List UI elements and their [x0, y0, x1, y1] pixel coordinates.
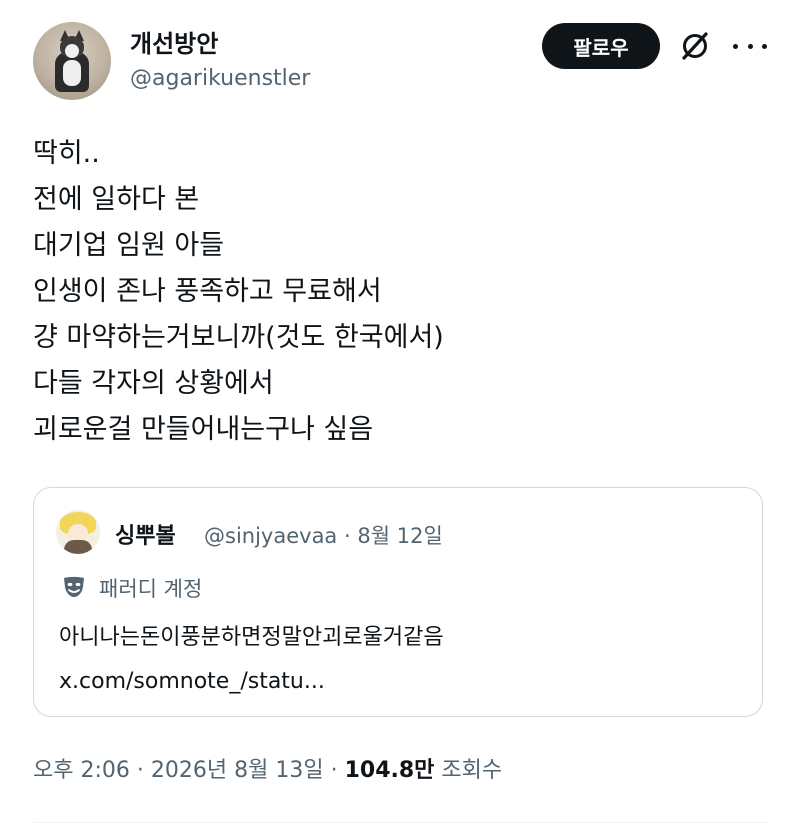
follow-button[interactable]: 팔로우 [542, 23, 660, 69]
meta-separator: · [136, 758, 144, 783]
parody-account-label: 패러디 계정 [99, 577, 203, 601]
quoted-tweet-card[interactable]: 싱뿌볼 @sinjyaevaa · 8월 12일 패러디 계정 아니나는돈이풍분… [33, 487, 763, 717]
quoted-author-handle[interactable]: @sinjyaevaa [204, 524, 337, 548]
avatar-dog-chest [63, 60, 81, 86]
divider [33, 822, 768, 823]
tweet-line: 인생이 존나 풍족하고 무료해서 [33, 276, 382, 307]
grok-icon[interactable] [678, 29, 712, 63]
author-avatar[interactable] [33, 22, 111, 100]
tweet-line: 다들 각자의 상황에서 [33, 368, 274, 399]
more-dot [733, 43, 738, 49]
tweet-line: 딱히.. [33, 138, 100, 169]
more-dot [747, 43, 753, 49]
quoted-tweet-link[interactable]: x.com/somnote_/statu... [59, 660, 444, 704]
tweet-line: 대기업 임원 아들 [33, 230, 225, 261]
tweet-line: 괴로운걸 만들어내는구나 싶음 [33, 414, 374, 445]
views-count: 104.8만 [344, 758, 435, 783]
quoted-author-meta: @sinjyaevaa · 8월 12일 [204, 520, 443, 550]
meta-separator: · [344, 524, 351, 548]
meta-separator: · [330, 758, 338, 783]
more-icon[interactable] [733, 32, 767, 60]
tweet-date[interactable]: 2026년 8월 13일 [151, 758, 324, 783]
tweet-time[interactable]: 오후 2:06 [33, 758, 130, 783]
more-dot [762, 43, 767, 49]
tweet-body: 딱히.. 전에 일하다 본 대기업 임원 아들 인생이 존나 풍족하고 무료해서… [33, 131, 763, 453]
quoted-author-avatar[interactable] [56, 510, 100, 554]
quoted-tweet-date[interactable]: 8월 12일 [357, 524, 442, 548]
tweet-header: 개선방안 @agarikuenstler 팔로우 [33, 20, 773, 102]
avatar-dog-face [65, 44, 79, 58]
tweet-line: 전에 일하다 본 [33, 184, 200, 215]
author-display-name[interactable]: 개선방안 [130, 24, 218, 59]
theater-mask-icon [64, 576, 84, 597]
author-handle[interactable]: @agarikuenstler [130, 66, 310, 91]
quoted-author-name[interactable]: 싱뿌볼 [115, 518, 176, 550]
views-label: 조회수 [441, 758, 503, 783]
tweet-meta: 오후 2:06 · 2026년 8월 13일 · 104.8만 조회수 [33, 752, 502, 784]
avatar-body [64, 540, 92, 554]
quoted-tweet-body: 아니나는돈이풍분하면정말안괴로울거같음 [59, 625, 444, 650]
tweet-line: 걍 마약하는거보니까(것도 한국에서) [33, 322, 444, 353]
quoted-tweet-text: 아니나는돈이풍분하면정말안괴로울거같음 x.com/somnote_/statu… [59, 616, 444, 704]
